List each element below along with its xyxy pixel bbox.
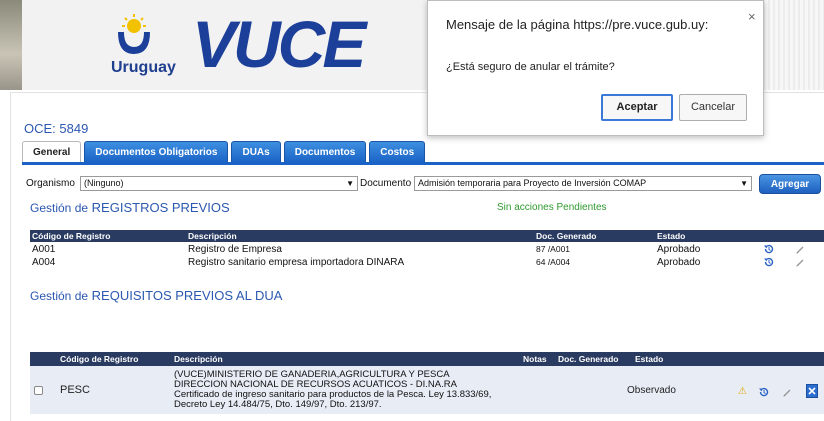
- col-estado: Estado: [657, 231, 686, 241]
- close-icon[interactable]: ×: [748, 9, 756, 24]
- desc-line: Decreto Ley 14.484/75, Dto. 149/97, Dto.…: [174, 399, 382, 410]
- col-doc-generado: Doc. Generado: [536, 231, 597, 241]
- section-title-prefix: Gestión de: [30, 289, 89, 303]
- col-notas: Notas: [523, 354, 547, 364]
- chevron-down-icon: ▼: [740, 179, 748, 188]
- col-descripcion: Descripción: [188, 231, 237, 241]
- edit-icon[interactable]: [795, 244, 805, 254]
- row-descripcion: (VUCE)MINISTERIO DE GANADERIA,AGRICULTUR…: [174, 370, 491, 410]
- section-title-main: REQUISITOS PREVIOS AL DUA: [91, 288, 283, 303]
- registros-table-header: Código de Registro Descripción Doc. Gene…: [30, 230, 824, 242]
- banner-photo: [0, 0, 22, 90]
- logo-country-text: Uruguay: [111, 59, 176, 76]
- section-title-main: REGISTROS PREVIOS: [91, 200, 230, 215]
- confirm-dialog: Mensaje de la página https://pre.vuce.gu…: [427, 0, 764, 136]
- col-codigo: Código de Registro: [32, 231, 111, 241]
- cancel-button[interactable]: Cancelar: [679, 94, 747, 121]
- documento-label: Documento: [360, 178, 412, 189]
- row-descripcion: Registro de Empresa: [188, 244, 282, 255]
- tab-documentos-obligatorios[interactable]: Documentos Obligatorios: [84, 141, 229, 163]
- requisitos-section-title: Gestión de REQUISITOS PREVIOS AL DUA: [30, 288, 282, 303]
- table-row: PESC (VUCE)MINISTERIO DE GANADERIA,AGRIC…: [30, 366, 824, 414]
- oce-number: OCE: 5849: [24, 121, 89, 136]
- col-descripcion: Descripción: [174, 354, 223, 364]
- requisitos-table-header: Código de Registro Descripción Notas Doc…: [30, 352, 824, 366]
- organismo-label: Organismo: [26, 178, 75, 189]
- row-estado: Aprobado: [657, 257, 701, 268]
- warning-icon[interactable]: ⚠: [738, 386, 747, 397]
- organismo-select[interactable]: (Ninguno) ▼: [80, 176, 358, 191]
- history-icon[interactable]: [758, 386, 770, 398]
- chevron-down-icon: ▼: [346, 179, 354, 188]
- logo-vuce-text: VUCE: [192, 7, 366, 81]
- documento-select-value: Admisión temporaria para Proyecto de Inv…: [418, 178, 647, 188]
- agregar-button[interactable]: Agregar: [759, 174, 821, 194]
- pending-status: Sin acciones Pendientes: [497, 202, 607, 213]
- tab-costos[interactable]: Costos: [369, 141, 426, 163]
- organismo-select-value: (Ninguno): [84, 178, 124, 188]
- documento-select[interactable]: Admisión temporaria para Proyecto de Inv…: [414, 176, 752, 191]
- row-descripcion: Registro sanitario empresa importadora D…: [188, 257, 405, 268]
- uruguay-sun-logo-icon: [118, 14, 150, 54]
- row-estado: Aprobado: [657, 244, 701, 255]
- row-doc-generado[interactable]: 64 /A004: [536, 256, 570, 269]
- tab-general[interactable]: General: [22, 141, 82, 163]
- tab-duas[interactable]: DUAs: [231, 141, 281, 163]
- table-row: A004 Registro sanitario empresa importad…: [30, 256, 824, 269]
- col-doc-generado: Doc. Generado: [558, 354, 619, 364]
- accept-button[interactable]: Aceptar: [601, 94, 673, 121]
- history-icon[interactable]: [763, 256, 775, 268]
- row-checkbox[interactable]: [34, 386, 43, 395]
- table-row: A001 Registro de Empresa 87 /A001 Aproba…: [30, 243, 824, 256]
- edit-icon[interactable]: [795, 257, 805, 267]
- col-estado: Estado: [635, 354, 664, 364]
- tab-bar: General Documentos Obligatorios DUAs Doc…: [22, 141, 428, 163]
- section-title-prefix: Gestión de: [30, 201, 89, 215]
- registros-section-title: Gestión de REGISTROS PREVIOS: [30, 200, 230, 215]
- row-codigo: PESC: [60, 384, 90, 396]
- row-codigo: A001: [32, 244, 56, 255]
- history-icon[interactable]: [763, 243, 775, 255]
- row-estado: Observado: [627, 385, 676, 396]
- col-codigo: Código de Registro: [60, 354, 139, 364]
- cancel-document-icon[interactable]: [806, 384, 818, 398]
- dialog-message: ¿Está seguro de anular el trámite?: [446, 61, 615, 73]
- tab-documentos[interactable]: Documentos: [283, 141, 367, 163]
- row-codigo: A004: [32, 257, 56, 268]
- edit-icon[interactable]: [782, 387, 792, 397]
- row-doc-generado[interactable]: 87 /A001: [536, 243, 570, 256]
- dialog-title: Mensaje de la página https://pre.vuce.gu…: [446, 17, 709, 32]
- tab-underline: [22, 162, 824, 165]
